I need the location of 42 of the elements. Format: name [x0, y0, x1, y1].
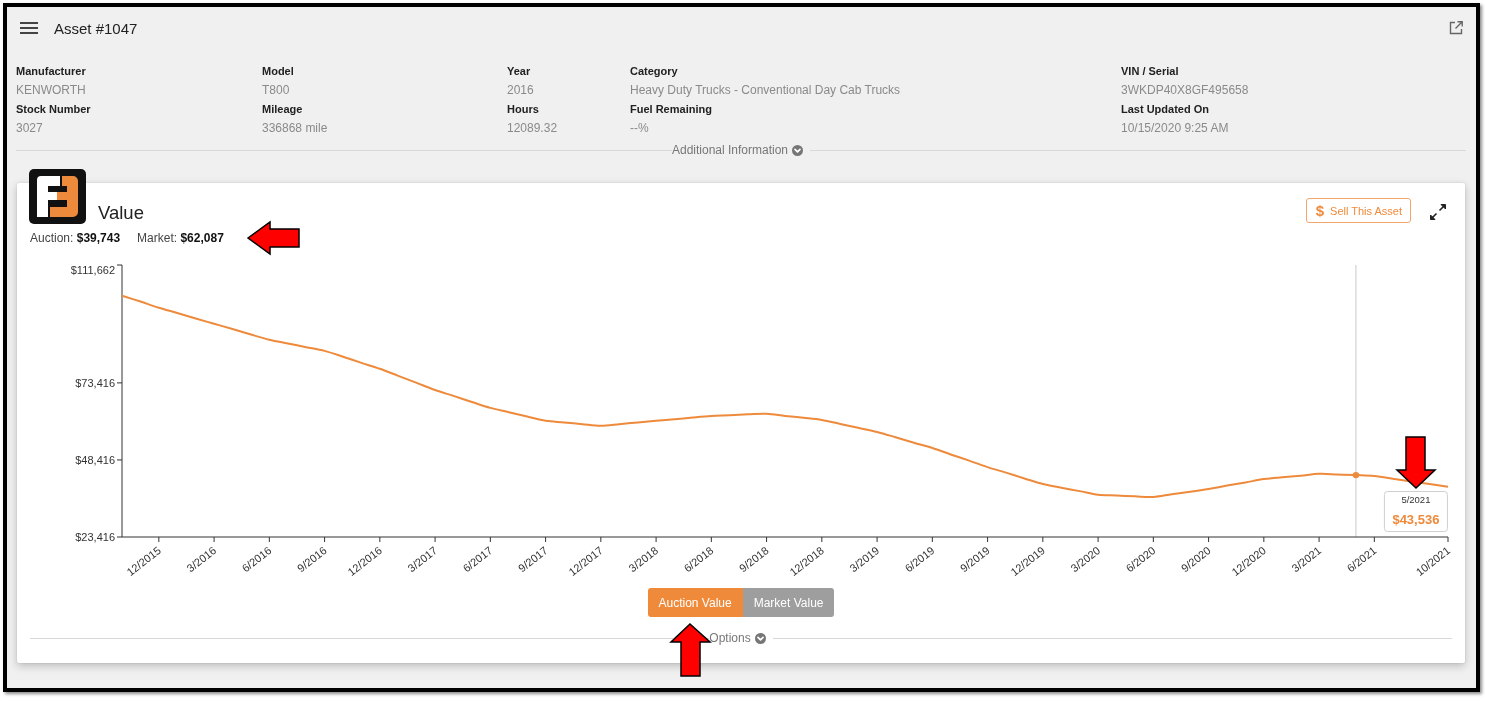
field-value: 336868 mile: [262, 120, 328, 137]
field-value: 2016: [507, 82, 534, 99]
axis-label: $73,416: [75, 376, 115, 389]
dollar-icon: $: [1315, 202, 1325, 219]
field-value: --%: [630, 120, 649, 137]
tooltip-date: 5/2021: [1401, 493, 1431, 505]
options-toggle[interactable]: Options: [709, 630, 766, 646]
axis-label: $48,416: [75, 453, 115, 466]
field-label: Category: [630, 64, 678, 79]
field-label: Year: [507, 64, 531, 79]
field-label: Last Updated On: [1121, 102, 1209, 117]
external-link-icon[interactable]: [1449, 21, 1463, 35]
field-value: 3WKDP40X8GF495658: [1121, 82, 1249, 99]
sell-button[interactable]: $ Sell This Asset: [1305, 198, 1411, 223]
field-value: 12089.32: [507, 120, 558, 137]
value-summary: Market: $62,087: [137, 230, 224, 246]
field-label: Model: [262, 64, 294, 79]
series-toggle-button[interactable]: Market Value: [742, 588, 835, 617]
field-value: KENWORTH: [16, 82, 86, 99]
series-toggle-button[interactable]: Auction Value: [647, 588, 743, 617]
field-label: Stock Number: [16, 102, 91, 117]
tooltip-value: $43,536: [1392, 511, 1440, 527]
field-value: T800: [262, 82, 290, 99]
expand-icon[interactable]: [1429, 203, 1447, 221]
field-label: VIN / Serial: [1121, 64, 1179, 79]
axis-label: $111,662: [70, 264, 115, 276]
left-arrow-icon: [247, 221, 301, 256]
field-value: 3027: [16, 120, 43, 137]
field-label: Mileage: [262, 102, 303, 117]
value-summary: Auction: $39,743: [30, 230, 121, 246]
menu-icon[interactable]: [20, 22, 38, 34]
up-arrow-icon: [670, 623, 711, 678]
field-label: Manufacturer: [16, 64, 86, 79]
field-value: 10/15/2020 9:25 AM: [1121, 120, 1229, 137]
field-label: Hours: [507, 102, 539, 117]
field-label: Fuel Remaining: [630, 102, 712, 117]
axis-label: $23,416: [75, 531, 115, 543]
window-title: Asset #1047: [54, 19, 138, 37]
field-value: Heavy Duty Trucks - Conventional Day Cab Trucks: [630, 82, 901, 99]
down-arrow-icon: [1396, 436, 1436, 490]
card-title: Value: [98, 202, 144, 224]
additional-info-toggle[interactable]: Additional Information: [671, 142, 804, 158]
